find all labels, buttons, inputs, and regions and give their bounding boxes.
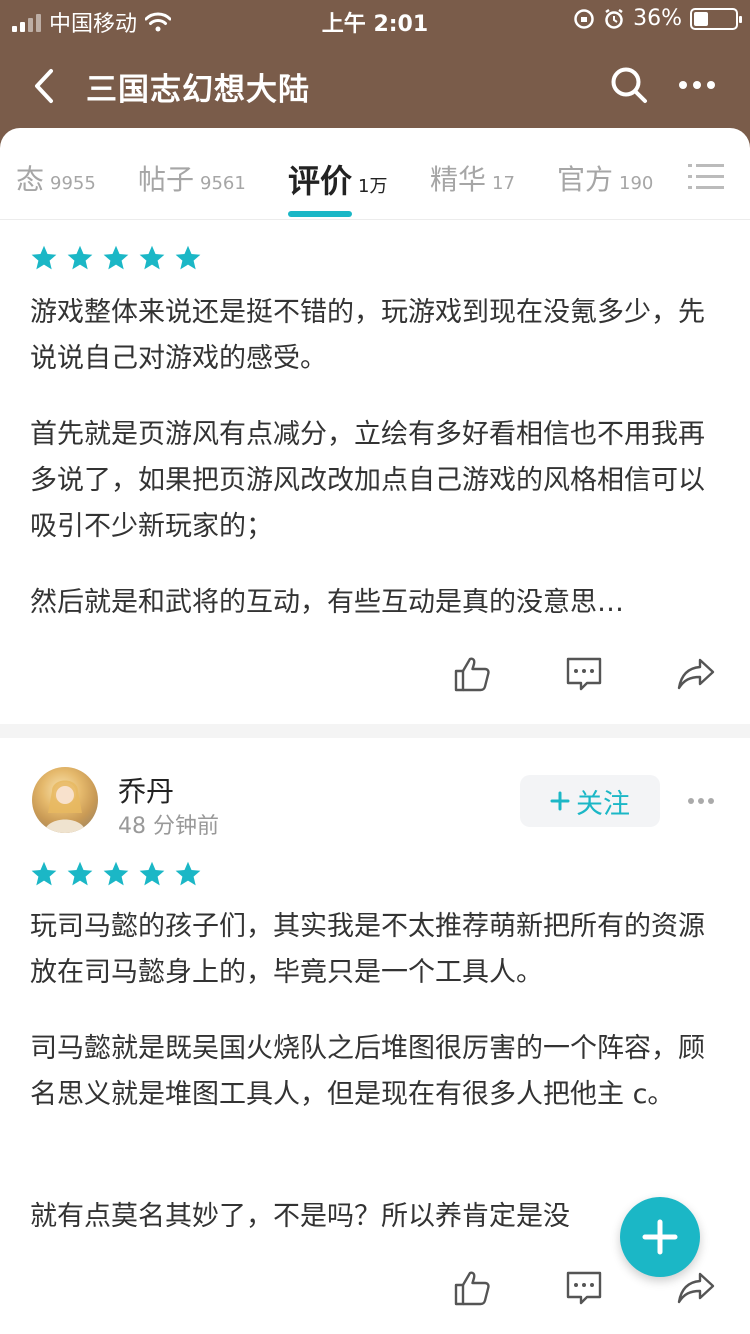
tab-official[interactable]: 官方 190 <box>557 158 653 198</box>
like-button[interactable] <box>450 1266 494 1310</box>
star-icon <box>103 861 129 886</box>
star-rating <box>30 244 750 272</box>
more-icon <box>679 81 715 89</box>
active-tab-indicator <box>288 211 352 217</box>
section-divider <box>0 724 750 738</box>
search-button[interactable] <box>604 60 654 110</box>
review-card <box>0 244 750 272</box>
star-icon <box>31 861 57 886</box>
star-icon <box>67 245 93 270</box>
review-paragraph: 游戏整体来说还是挺不错的，玩游戏到现在没氪多少，先说说自己对游戏的感受。 <box>30 297 705 374</box>
back-icon <box>35 69 53 103</box>
battery-icon <box>690 7 742 30</box>
star-icon <box>31 245 57 270</box>
star-icon <box>67 861 93 886</box>
comment-button[interactable] <box>562 652 606 696</box>
thumbs-up-icon <box>454 1271 490 1306</box>
tab-list-icon[interactable] <box>688 162 724 192</box>
orientation-lock-icon <box>574 8 594 29</box>
username[interactable]: 乔丹 <box>118 770 174 810</box>
star-icon <box>175 861 201 886</box>
review-card <box>0 860 750 888</box>
more-button[interactable] <box>672 60 722 110</box>
review-paragraph: 玩司马懿的孩子们，其实我是不太推荐萌新把所有的资源放在司马懿身上的，毕竟只是一个… <box>30 911 705 988</box>
share-button[interactable] <box>674 1266 718 1310</box>
share-button[interactable] <box>674 652 718 696</box>
share-icon <box>677 1272 715 1304</box>
create-post-button[interactable] <box>620 1197 700 1277</box>
review-actions <box>0 652 750 702</box>
star-icon <box>139 861 165 886</box>
star-rating <box>30 860 750 888</box>
star-icon <box>175 245 201 270</box>
review-paragraph: 然后就是和武将的互动，有些互动是真的没意思… <box>30 587 624 618</box>
review-paragraph: 司马懿就是既吴国火烧队之后堆图很厉害的一个阵容，顾名思义就是堆图工具人，但是现在… <box>30 1033 705 1110</box>
thumbs-up-icon <box>454 657 490 692</box>
status-bar: 中国移动 上午 2:01 36% <box>0 0 750 40</box>
avatar[interactable] <box>32 767 98 833</box>
like-button[interactable] <box>450 652 494 696</box>
comment-icon <box>566 657 602 691</box>
tab-featured[interactable]: 精华 17 <box>430 158 515 198</box>
follow-label: 关注 <box>576 788 630 820</box>
avatar-image <box>44 780 86 833</box>
post-time: 48 分钟前 <box>118 814 219 839</box>
share-icon <box>677 658 715 690</box>
star-icon <box>103 245 129 270</box>
page-title: 三国志幻想大陆 <box>86 72 310 108</box>
more-options-icon[interactable] <box>686 796 716 806</box>
tab-posts[interactable]: 帖子 9561 <box>138 158 246 198</box>
tab-reviews[interactable]: 评价 1万 <box>288 156 387 202</box>
back-button[interactable] <box>22 64 66 108</box>
plus-icon <box>550 791 570 811</box>
tab-bar: 态 9955 帖子 9561 评价 1万 精华 17 官方 190 <box>0 128 750 220</box>
review-paragraph: 就有点莫名其妙了，不是吗？所以养肯定是没 <box>30 1201 570 1232</box>
tab-updates[interactable]: 态 9955 <box>16 158 96 198</box>
battery-percent: 36% <box>633 6 682 31</box>
review-paragraph: 首先就是页游风有点减分，立绘有多好看相信也不用我再多说了，如果把页游风改改加点自… <box>30 419 705 542</box>
search-icon <box>611 67 647 103</box>
follow-button[interactable]: 关注 <box>520 775 660 827</box>
star-icon <box>139 245 165 270</box>
comment-button[interactable] <box>562 1266 606 1310</box>
nav-bar: 三国志幻想大陆 <box>0 50 750 120</box>
alarm-icon <box>605 8 623 29</box>
review-actions <box>0 1266 750 1316</box>
plus-icon <box>642 1219 678 1255</box>
comment-icon <box>566 1271 602 1305</box>
